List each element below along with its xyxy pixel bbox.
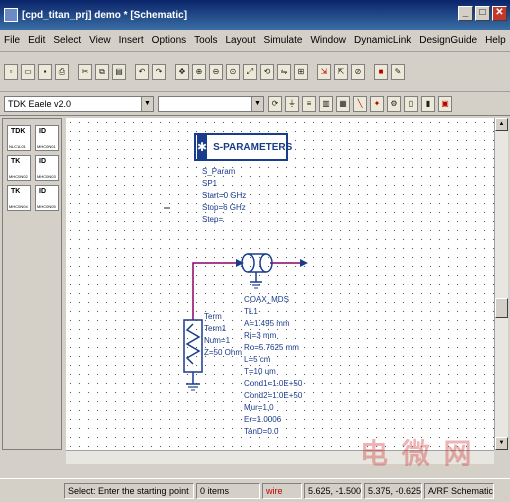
scroll-thumb[interactable] <box>495 298 508 318</box>
term-params: Term Term1 Num=1 Z=50 Ohm <box>204 312 243 357</box>
status-message: Select: Enter the starting point <box>64 482 194 499</box>
status-mode: A/RF Schematic <box>424 482 494 499</box>
status-count: 0 items <box>196 482 260 499</box>
scroll-up-icon[interactable]: ▲ <box>495 118 508 131</box>
term-symbol <box>183 319 203 391</box>
status-coords-relative: 5.375, -0.625 <box>364 482 422 499</box>
coax-params: COAX_MDS TL1 A=1.495 mm Ri=3 mm Ro=5.762… <box>244 295 303 436</box>
scroll-down-icon[interactable]: ▼ <box>495 437 508 450</box>
watermark: 电 微 网 <box>360 437 474 470</box>
status-coords: 5.625, -1.500 <box>304 482 362 499</box>
coax-symbol <box>241 253 273 289</box>
pin-marker <box>300 259 308 267</box>
status-layer: wire <box>262 482 302 499</box>
vertical-scrollbar[interactable]: ▲ ▼ <box>494 118 508 450</box>
status-bar: Select: Enter the starting point 0 items… <box>0 478 510 502</box>
